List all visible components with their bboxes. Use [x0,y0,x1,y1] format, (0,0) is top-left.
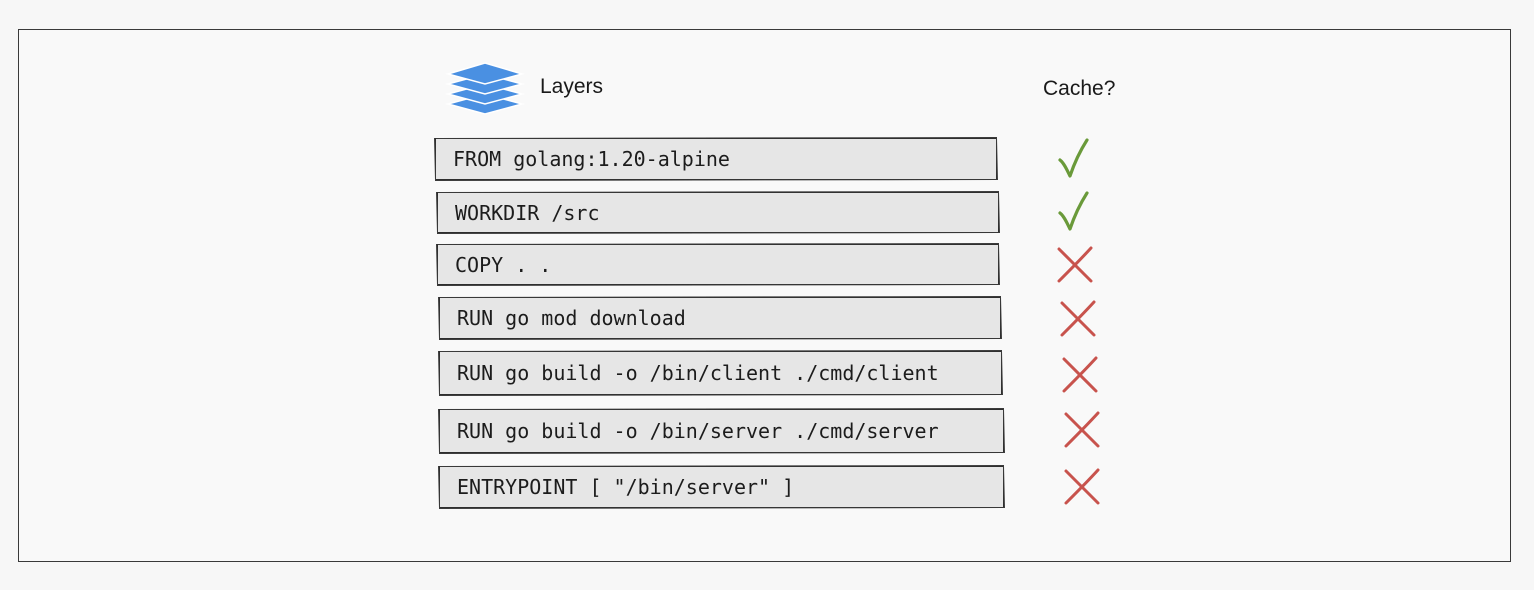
layer-instruction: RUN go build -o /bin/server ./cmd/server [457,419,939,443]
layer-row: WORKDIR /src [436,191,1000,234]
layer-row: COPY . . [436,243,1000,286]
layer-row: RUN go build -o /bin/server ./cmd/server [438,408,1005,454]
checkmark-icon [1058,138,1089,178]
cross-icon [1064,468,1100,505]
checkmark-icon [1058,191,1089,231]
layers-heading: Layers [540,75,604,98]
cache-heading: Cache? [1043,77,1116,100]
layer-instruction: RUN go mod download [457,306,686,330]
layer-instruction: FROM golang:1.20-alpine [453,147,730,171]
cross-icon [1057,246,1093,283]
layer-row: FROM golang:1.20-alpine [434,137,998,181]
layer-instruction: RUN go build -o /bin/client ./cmd/client [457,361,939,385]
layers-stack-icon [445,62,525,115]
layer-instruction: ENTRYPOINT [ "/bin/server" ] [457,475,795,499]
layer-row: ENTRYPOINT [ "/bin/server" ] [438,465,1005,509]
layer-instruction: COPY . . [455,252,552,277]
layer-instruction: WORKDIR /src [455,200,600,225]
cross-icon [1060,300,1096,337]
layer-row: RUN go mod download [438,296,1002,340]
layer-row: RUN go build -o /bin/client ./cmd/client [438,350,1003,396]
cross-icon [1062,356,1098,393]
cross-icon [1064,411,1100,448]
